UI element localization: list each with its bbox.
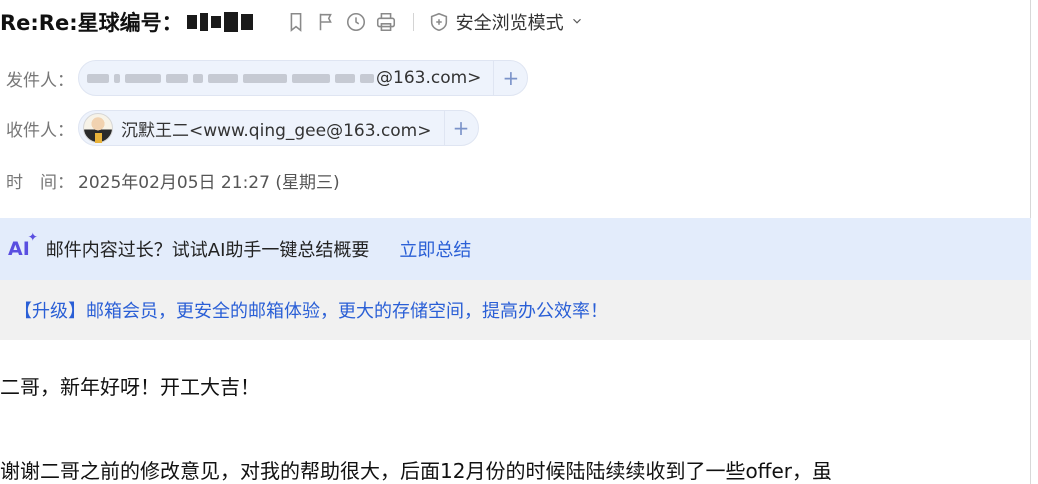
subject-row: Re:Re:星球编号： 安全浏览模式 xyxy=(0,4,584,40)
sender-label: 发件人： xyxy=(6,70,74,91)
add-sender-contact-button[interactable]: + xyxy=(493,61,527,95)
bookmark-icon[interactable] xyxy=(283,9,309,35)
upgrade-banner[interactable]: 【升级】邮箱会员，更安全的邮箱体验，更大的存储空间，提高办公效率！ xyxy=(0,280,1031,340)
redacted-sender-email xyxy=(87,73,374,83)
body-line-2: 谢谢二哥之前的修改意见，对我的帮助很大，后面12月份的时候陆陆续续收到了一些of… xyxy=(0,459,832,483)
chevron-down-icon xyxy=(570,12,584,33)
ai-banner-text: 邮件内容过长？试试AI助手一键总结概要 xyxy=(45,240,370,261)
print-icon[interactable] xyxy=(373,9,399,35)
avatar xyxy=(83,113,113,143)
sender-row: 发件人： @163.com> + xyxy=(6,60,529,96)
sender-email-suffix: @163.com> xyxy=(376,68,482,88)
sender-pill[interactable]: @163.com> + xyxy=(78,60,529,96)
ai-icon: AI ✦ xyxy=(8,230,38,260)
email-subject: Re:Re:星球编号： xyxy=(0,11,183,35)
date-value: 2025年02月05日 21:27 (星期三) xyxy=(78,173,340,193)
safe-mode-label: 安全浏览模式 xyxy=(455,13,564,34)
add-recipient-contact-button[interactable]: + xyxy=(443,111,478,145)
date-row: 时 间： 2025年02月05日 21:27 (星期三) xyxy=(6,168,340,193)
summarize-now-link[interactable]: 立即总结 xyxy=(399,236,471,262)
redacted-subject-number xyxy=(186,11,253,33)
ai-summary-banner: AI ✦ 邮件内容过长？试试AI助手一键总结概要 立即总结 xyxy=(0,218,1031,280)
toolbar-divider xyxy=(412,13,414,31)
date-label: 时 间： xyxy=(6,173,74,193)
recipient-label: 收件人： xyxy=(6,120,74,141)
clock-icon[interactable] xyxy=(343,9,369,35)
recipient-name-email: 沉默王二<www.qing_gee@163.com> xyxy=(121,120,432,141)
body-line-1: 二哥，新年好呀！开工大吉！ xyxy=(0,375,260,399)
recipient-pill[interactable]: 沉默王二<www.qing_gee@163.com> + xyxy=(78,110,479,146)
recipient-row: 收件人： 沉默王二<www.qing_gee@163.com> + xyxy=(6,110,479,146)
shield-plus-icon xyxy=(430,12,447,32)
email-toolbar: 安全浏览模式 xyxy=(283,9,584,35)
flag-icon[interactable] xyxy=(313,9,339,35)
safe-mode-dropdown[interactable]: 安全浏览模式 xyxy=(428,9,584,35)
